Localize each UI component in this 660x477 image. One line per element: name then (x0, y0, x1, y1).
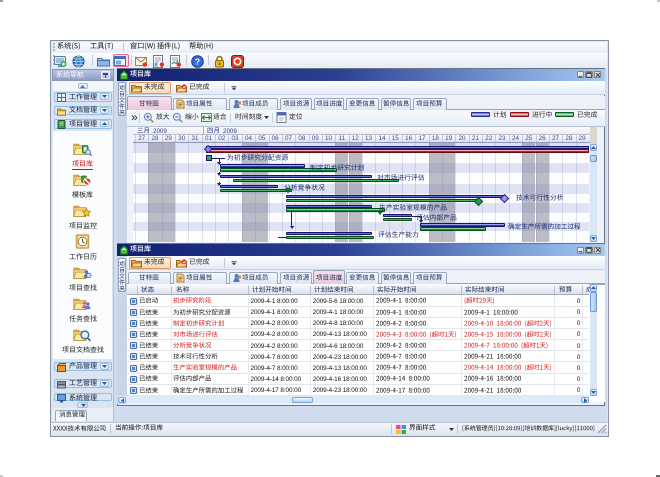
svg-text:?: ? (194, 56, 199, 66)
